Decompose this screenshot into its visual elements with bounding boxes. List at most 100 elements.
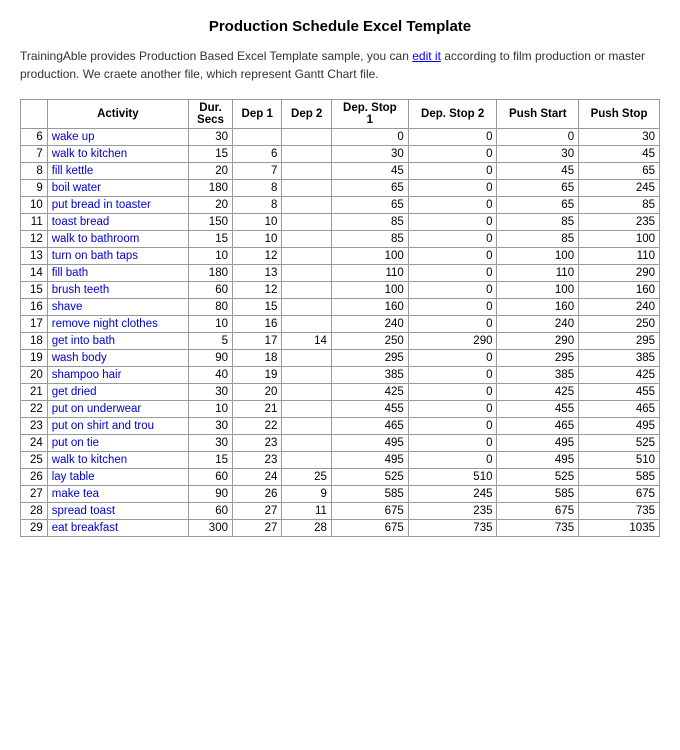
cell-push-stop: 455 — [579, 384, 660, 401]
cell-dep-stop1: 675 — [331, 503, 408, 520]
cell-dep2 — [282, 248, 331, 265]
cell-activity: eat breakfast — [47, 520, 188, 537]
cell-dep-stop2: 510 — [408, 469, 497, 486]
cell-dur: 90 — [188, 350, 232, 367]
cell-dep2 — [282, 146, 331, 163]
cell-push-start: 495 — [497, 435, 579, 452]
cell-activity: remove night clothes — [47, 316, 188, 333]
cell-dep1: 12 — [232, 282, 281, 299]
cell-push-stop: 65 — [579, 163, 660, 180]
edit-link[interactable]: edit it — [412, 49, 441, 63]
cell-dep1 — [232, 129, 281, 146]
cell-activity: get dried — [47, 384, 188, 401]
cell-dep-stop1: 0 — [331, 129, 408, 146]
cell-push-start: 465 — [497, 418, 579, 435]
cell-activity: put on underwear — [47, 401, 188, 418]
cell-dep-stop2: 0 — [408, 418, 497, 435]
cell-dep-stop1: 85 — [331, 214, 408, 231]
table-row: 29eat breakfast30027286757357351035 — [21, 520, 660, 537]
col-header-dep-stop1: Dep. Stop1 — [331, 100, 408, 129]
cell-dep-stop1: 525 — [331, 469, 408, 486]
cell-dur: 40 — [188, 367, 232, 384]
cell-dep2: 9 — [282, 486, 331, 503]
cell-activity: wake up — [47, 129, 188, 146]
cell-row-number: 13 — [21, 248, 48, 265]
cell-dep1: 20 — [232, 384, 281, 401]
table-row: 9boil water180865065245 — [21, 180, 660, 197]
cell-row-number: 9 — [21, 180, 48, 197]
cell-dep1: 22 — [232, 418, 281, 435]
cell-dep1: 10 — [232, 231, 281, 248]
cell-dep1: 23 — [232, 435, 281, 452]
cell-push-stop: 295 — [579, 333, 660, 350]
cell-push-stop: 250 — [579, 316, 660, 333]
cell-dep-stop2: 0 — [408, 248, 497, 265]
cell-dep-stop1: 585 — [331, 486, 408, 503]
cell-dep-stop1: 385 — [331, 367, 408, 384]
cell-row-number: 25 — [21, 452, 48, 469]
cell-dep-stop1: 425 — [331, 384, 408, 401]
cell-dep-stop1: 160 — [331, 299, 408, 316]
table-row: 15brush teeth60121000100160 — [21, 282, 660, 299]
cell-dep-stop2: 0 — [408, 299, 497, 316]
cell-activity: shave — [47, 299, 188, 316]
cell-dep-stop2: 0 — [408, 146, 497, 163]
cell-dep-stop1: 495 — [331, 452, 408, 469]
table-row: 12walk to bathroom151085085100 — [21, 231, 660, 248]
cell-push-stop: 30 — [579, 129, 660, 146]
cell-dep2 — [282, 180, 331, 197]
cell-row-number: 21 — [21, 384, 48, 401]
table-row: 18get into bath51714250290290295 — [21, 333, 660, 350]
cell-push-stop: 85 — [579, 197, 660, 214]
cell-activity: put on tie — [47, 435, 188, 452]
cell-dep-stop2: 0 — [408, 435, 497, 452]
cell-dep-stop2: 0 — [408, 452, 497, 469]
cell-push-start: 110 — [497, 265, 579, 282]
cell-dep1: 18 — [232, 350, 281, 367]
cell-dep2 — [282, 129, 331, 146]
cell-dur: 5 — [188, 333, 232, 350]
cell-row-number: 6 — [21, 129, 48, 146]
cell-push-stop: 235 — [579, 214, 660, 231]
table-row: 23put on shirt and trou30224650465495 — [21, 418, 660, 435]
cell-row-number: 7 — [21, 146, 48, 163]
cell-dep2 — [282, 418, 331, 435]
cell-row-number: 18 — [21, 333, 48, 350]
cell-dep-stop2: 0 — [408, 367, 497, 384]
cell-dep2 — [282, 435, 331, 452]
cell-dep-stop1: 100 — [331, 282, 408, 299]
col-header-push-start: Push Start — [497, 100, 579, 129]
col-header-activity: Activity — [47, 100, 188, 129]
cell-dur: 15 — [188, 146, 232, 163]
cell-push-stop: 45 — [579, 146, 660, 163]
table-row: 21get dried30204250425455 — [21, 384, 660, 401]
cell-dur: 30 — [188, 129, 232, 146]
cell-dep-stop2: 0 — [408, 197, 497, 214]
cell-dep-stop2: 0 — [408, 282, 497, 299]
cell-dur: 10 — [188, 248, 232, 265]
cell-dur: 180 — [188, 265, 232, 282]
cell-activity: make tea — [47, 486, 188, 503]
cell-push-stop: 240 — [579, 299, 660, 316]
cell-dur: 30 — [188, 418, 232, 435]
cell-dep1: 7 — [232, 163, 281, 180]
col-header-push-stop: Push Stop — [579, 100, 660, 129]
cell-dep1: 16 — [232, 316, 281, 333]
cell-dep2 — [282, 350, 331, 367]
cell-activity: walk to bathroom — [47, 231, 188, 248]
cell-push-start: 585 — [497, 486, 579, 503]
table-row: 19wash body90182950295385 — [21, 350, 660, 367]
page-title: Production Schedule Excel Template — [20, 18, 660, 35]
cell-dep-stop1: 295 — [331, 350, 408, 367]
cell-dep2 — [282, 265, 331, 282]
cell-push-start: 30 — [497, 146, 579, 163]
cell-dep-stop2: 235 — [408, 503, 497, 520]
col-header-dep1: Dep 1 — [232, 100, 281, 129]
cell-dur: 300 — [188, 520, 232, 537]
table-row: 24put on tie30234950495525 — [21, 435, 660, 452]
cell-row-number: 15 — [21, 282, 48, 299]
cell-push-start: 85 — [497, 231, 579, 248]
cell-push-start: 65 — [497, 180, 579, 197]
table-row: 16shave80151600160240 — [21, 299, 660, 316]
cell-push-start: 100 — [497, 248, 579, 265]
